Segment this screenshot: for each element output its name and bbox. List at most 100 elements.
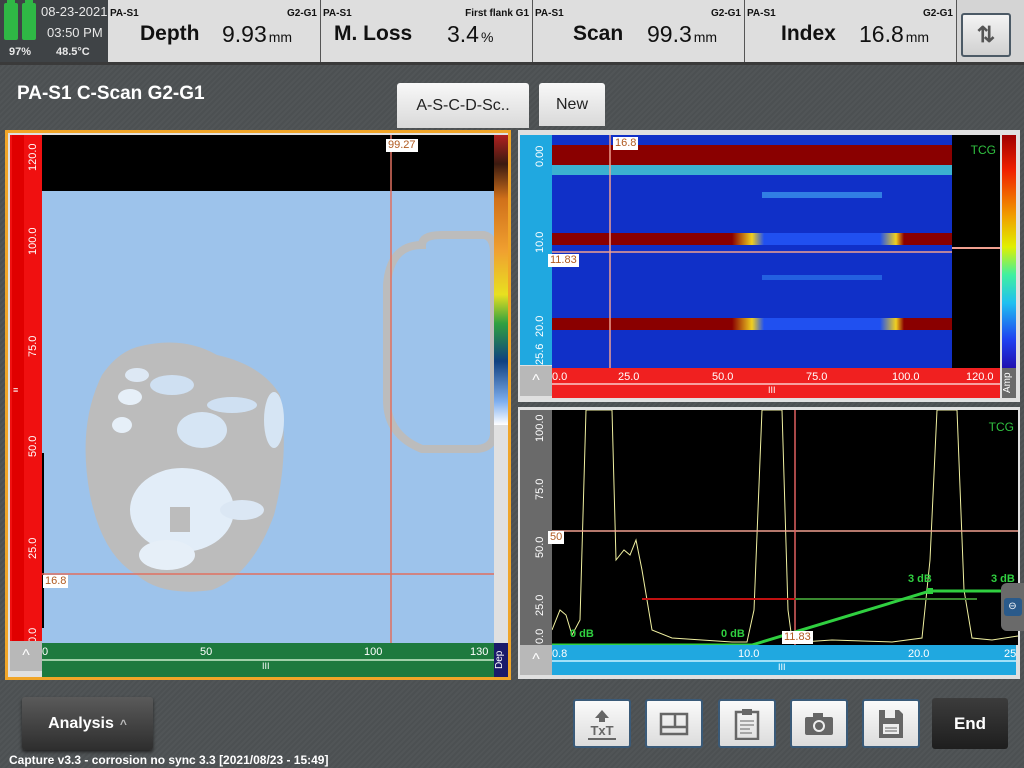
dscan-color-palette[interactable] [1002, 135, 1016, 368]
reading-unit: % [480, 29, 494, 45]
chevron-up-icon: ^ [532, 372, 540, 389]
swap-readings-button[interactable]: ⇅ [961, 13, 1011, 57]
view-title: PA-S1 C-Scan G2-G1 [17, 83, 205, 104]
layout-button[interactable] [645, 699, 703, 748]
cscan-y-axis[interactable]: 120.0 100.0 75.0 50.0 25.0 0.0 ≡ [10, 135, 42, 643]
analysis-label: Analysis [48, 714, 114, 732]
reading-label: Index [781, 22, 836, 45]
reading-material-loss[interactable]: PA-S1 First flank G1 M. Loss 3.4% [321, 0, 533, 62]
reading-value: 16.8 [859, 21, 904, 47]
y-tick: 100.0 [27, 227, 39, 255]
cscan-image[interactable] [42, 135, 494, 643]
export-txt-button[interactable]: TxT [573, 699, 631, 748]
scroll-grip-icon: III [778, 662, 786, 672]
temperature: 48.5°C [56, 46, 90, 58]
status-time: 03:50 PM [47, 25, 103, 40]
chevron-up-icon: ^ [22, 647, 30, 664]
reading-group: G2-G1 [922, 8, 953, 19]
collapse-button[interactable]: ^ [520, 645, 552, 675]
cscan-panel[interactable]: 120.0 100.0 75.0 50.0 25.0 0.0 ≡ 99.27 1… [5, 130, 511, 680]
tcg-point-label: 0 dB [721, 628, 745, 640]
index-cursor-label: 16.8 [43, 575, 69, 588]
tcg-label: TCG [970, 143, 996, 157]
y-tick: 75.0 [27, 335, 39, 357]
ultrasound-cursor-label: 11.83 [782, 631, 813, 644]
reading-value: 3.4 [447, 21, 479, 47]
dscan-overlay-area: TCG [952, 135, 1000, 368]
screenshot-button[interactable] [790, 699, 848, 748]
cscan-unit-label: Dep [494, 643, 508, 677]
collapse-button[interactable]: ^ [10, 641, 42, 671]
dscan-y-axis[interactable]: 0.00 10.0 20.0 25.6 [520, 135, 552, 365]
scroll-grip-icon: ≡ [13, 385, 19, 395]
status-date: 08-23-2021 [41, 4, 108, 19]
txt-export-icon: TxT [588, 709, 616, 740]
y-tick: 50.0 [534, 536, 546, 558]
y-tick: 25.0 [534, 594, 546, 616]
y-tick: 0.0 [534, 628, 546, 644]
tab-asc-layout[interactable]: A-S-C-D-Sc.. [397, 83, 529, 128]
ascan-waveform[interactable] [552, 410, 1018, 645]
reading-unit: mm [268, 29, 293, 45]
x-tick: 0 [42, 646, 49, 658]
x-tick: 120.0 [966, 371, 994, 383]
x-tick: 100 [364, 646, 383, 658]
cscan-color-palette[interactable] [494, 135, 508, 425]
battery-icon [22, 0, 36, 40]
y-tick: 0.00 [534, 145, 546, 167]
top-bar: 08-23-2021 03:50 PM 97% 48.5°C PA-S1 G2-… [0, 0, 1024, 65]
tcg-point-label: 0 dB [570, 628, 594, 640]
x-tick: 75.0 [806, 371, 828, 383]
scroll-grip-icon: III [262, 661, 270, 671]
reading-unit: mm [905, 29, 930, 45]
x-tick: 20.0 [908, 648, 930, 660]
index-cursor-label: 16.8 [613, 137, 639, 150]
report-icon [734, 708, 760, 740]
reading-depth[interactable]: PA-S1 G2-G1 Depth 9.93 mm [108, 0, 321, 62]
svg-text:TxT: TxT [590, 723, 613, 738]
dscan-image[interactable] [552, 135, 952, 368]
reading-source: PA-S1 [110, 8, 139, 19]
camera-icon [805, 712, 833, 735]
side-panel-handle[interactable]: ⊖ [1001, 583, 1024, 631]
ascan-x-axis[interactable]: 0.8 10.0 20.0 25 III [552, 645, 1016, 675]
x-tick: 50 [200, 646, 213, 658]
layout-icon [659, 712, 689, 735]
tab-new[interactable]: New [539, 83, 605, 126]
reading-value: 9.93 [222, 21, 267, 47]
chevron-up-icon: ^ [532, 651, 540, 668]
reading-source: PA-S1 [323, 8, 352, 19]
save-button[interactable] [862, 699, 920, 748]
reading-index[interactable]: PA-S1 G2-G1 Index 16.8 mm [745, 0, 957, 62]
tcg-point[interactable] [927, 588, 933, 594]
dscan-panel[interactable]: 0.00 10.0 20.0 25.6 TCG 16.8 11.83 ^ 0.0… [518, 130, 1020, 402]
report-button[interactable] [718, 699, 776, 748]
reading-source: PA-S1 [747, 8, 776, 19]
tcg-label: TCG [988, 420, 1014, 434]
y-tick: 50.0 [27, 435, 39, 457]
reading-scan[interactable]: PA-S1 G2-G1 Scan 99.3 mm [533, 0, 745, 62]
tcg-point-label: 3 dB [908, 573, 932, 585]
swap-arrows-icon: ⇅ [976, 22, 996, 47]
ascan-y-axis[interactable]: 100.0 75.0 50.0 25.0 0.0 [520, 410, 552, 645]
reading-group: G2-G1 [286, 8, 317, 19]
x-tick: 50.0 [712, 371, 734, 383]
scroll-grip-icon: III [768, 385, 776, 395]
x-tick: 10.0 [738, 648, 760, 660]
reading-source: PA-S1 [535, 8, 564, 19]
cscan-x-axis[interactable]: 0 50 100 130 III [42, 643, 494, 677]
dscan-unit-label: Amp [1002, 368, 1016, 398]
x-tick: 100.0 [892, 371, 920, 383]
analysis-menu-button[interactable]: Analysis ^ [22, 697, 153, 750]
reading-value: 99.3 [647, 21, 692, 47]
collapse-button[interactable]: ^ [520, 366, 552, 396]
ascan-panel[interactable]: 100.0 75.0 50.0 25.0 0.0 TCG 50 11.83 0 … [518, 407, 1020, 679]
end-button[interactable]: End [932, 698, 1008, 749]
x-tick: 25.0 [618, 371, 640, 383]
reading-label: Depth [140, 22, 200, 45]
dscan-x-axis[interactable]: 0.0 25.0 50.0 75.0 100.0 120.0 III [552, 368, 1000, 398]
x-tick: 130 [470, 646, 489, 658]
footer-status: Capture v3.3 - corrosion no sync 3.3 [20… [9, 753, 329, 767]
reading-label: M. Loss [334, 22, 413, 45]
y-tick: 25.0 [27, 537, 39, 559]
